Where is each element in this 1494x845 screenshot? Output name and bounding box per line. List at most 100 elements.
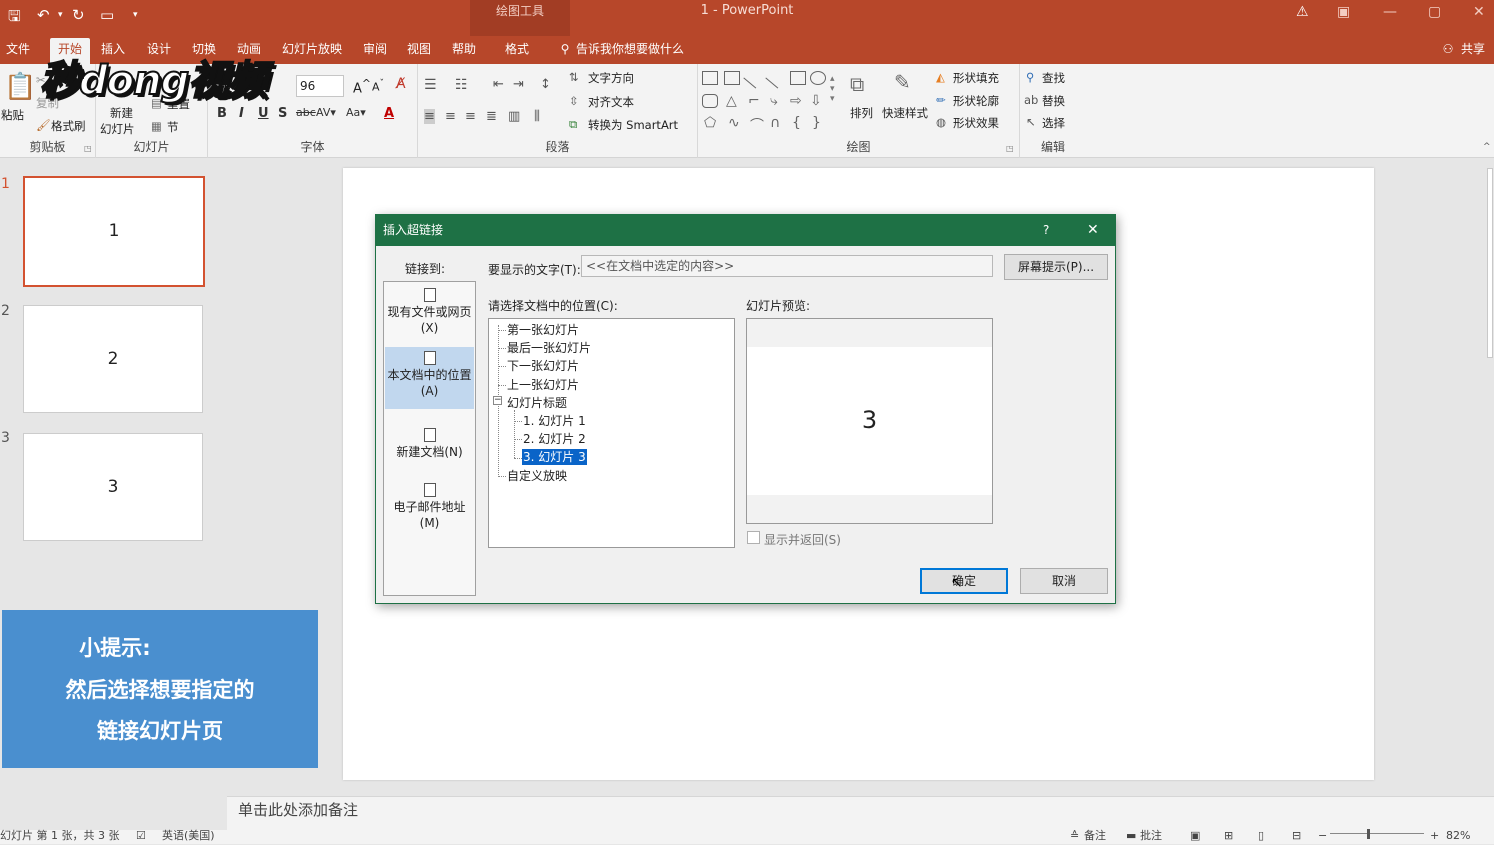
create-new-document-option[interactable]: 新建文档(N) bbox=[385, 424, 474, 474]
numbering-icon[interactable]: ☷ bbox=[455, 77, 468, 93]
tab-view[interactable]: 视图 bbox=[402, 38, 436, 64]
shrink-font-icon[interactable]: Aˇ bbox=[372, 78, 384, 94]
paste-clipboard-icon[interactable]: 📋 bbox=[4, 72, 36, 102]
new-slide-label-1[interactable]: 新建 bbox=[110, 105, 133, 121]
zoom-in-icon[interactable]: + bbox=[1430, 827, 1439, 845]
select-button[interactable]: 选择 bbox=[1042, 115, 1065, 131]
tree-item-previous-slide[interactable]: 上一张幻灯片 bbox=[507, 377, 579, 393]
change-case-icon[interactable]: Aa▾ bbox=[346, 106, 366, 119]
comments-toggle[interactable]: 批注 bbox=[1140, 827, 1162, 845]
tree-item-slide-1[interactable]: 1. 幻灯片 1 bbox=[523, 413, 586, 429]
tree-item-slide-2[interactable]: 2. 幻灯片 2 bbox=[523, 431, 586, 447]
elbow-connector-icon[interactable]: ⌐ bbox=[748, 93, 760, 109]
dialog-close-button[interactable]: ✕ bbox=[1087, 215, 1099, 246]
screentip-button[interactable]: 屏幕提示(P)... bbox=[1004, 254, 1108, 280]
shape-effects-button[interactable]: 形状效果 bbox=[953, 115, 999, 131]
find-icon[interactable]: ⚲ bbox=[1026, 70, 1034, 84]
replace-button[interactable]: 替换 bbox=[1042, 93, 1065, 109]
zoom-level[interactable]: 82% bbox=[1446, 827, 1470, 845]
slideshow-view-icon[interactable]: ⊟ bbox=[1292, 827, 1301, 845]
ok-button[interactable]: 确定 bbox=[920, 568, 1008, 594]
replace-icon[interactable]: ab bbox=[1024, 93, 1038, 107]
text-to-display-input[interactable]: <<在文档中选定的内容>> bbox=[581, 255, 993, 277]
align-text-button[interactable]: 对齐文本 bbox=[588, 94, 634, 110]
arrow-line-shape-icon[interactable] bbox=[765, 67, 787, 89]
quick-styles-button[interactable]: 快速样式 bbox=[882, 105, 928, 121]
elbow-arrow-icon[interactable]: ⤷ bbox=[770, 93, 778, 109]
format-painter-icon[interactable]: 🖌 bbox=[36, 118, 51, 132]
text-shadow-icon[interactable]: S bbox=[278, 106, 287, 121]
strikethrough-icon[interactable]: abc bbox=[296, 106, 316, 119]
triangle-shape-icon[interactable]: △ bbox=[726, 93, 737, 109]
shape-outline-icon[interactable]: ✏ bbox=[936, 93, 946, 107]
line-spacing-icon[interactable]: ↕ bbox=[540, 77, 551, 92]
right-brace-shape-icon[interactable]: } bbox=[812, 115, 821, 131]
quick-styles-icon[interactable]: ✎ bbox=[894, 70, 911, 94]
tell-me-box[interactable]: 告诉我你想要做什么 bbox=[576, 38, 706, 64]
slide-sorter-icon[interactable]: ⊞ bbox=[1224, 827, 1233, 845]
increase-indent-icon[interactable]: ⇥ bbox=[513, 77, 524, 92]
tab-review[interactable]: 审阅 bbox=[358, 38, 392, 64]
spellcheck-icon[interactable]: ☑ bbox=[136, 827, 146, 845]
scrollbar-thumb[interactable] bbox=[1487, 168, 1493, 358]
zoom-slider[interactable] bbox=[1330, 833, 1424, 834]
justify-icon[interactable]: ≣ bbox=[486, 109, 497, 124]
tree-item-last-slide[interactable]: 最后一张幻灯片 bbox=[507, 340, 591, 356]
zoom-out-icon[interactable]: − bbox=[1318, 827, 1327, 845]
bullets-icon[interactable]: ☰ bbox=[424, 77, 437, 93]
language-status[interactable]: 英语(美国) bbox=[162, 827, 215, 845]
font-color-icon[interactable]: A bbox=[384, 106, 394, 121]
zoom-slider-handle[interactable] bbox=[1367, 829, 1370, 839]
paste-button[interactable]: 粘贴 bbox=[1, 107, 24, 123]
drawing-launcher-icon[interactable]: ◳ bbox=[1006, 144, 1014, 153]
existing-file-webpage-option[interactable]: 现有文件或网页 (X) bbox=[385, 284, 474, 346]
right-arrow-shape-icon[interactable]: ⇨ bbox=[790, 93, 802, 109]
arc-shape-icon[interactable]: ⌒ bbox=[750, 115, 764, 135]
char-spacing-icon[interactable]: AV▾ bbox=[316, 106, 336, 119]
tab-file[interactable]: 文件 bbox=[2, 38, 34, 64]
vertical-scrollbar[interactable] bbox=[1486, 158, 1494, 798]
rectangle-shape-icon[interactable] bbox=[790, 71, 806, 85]
textbox-shape-icon[interactable] bbox=[702, 71, 718, 85]
tree-item-slide-titles[interactable]: 幻灯片标题 bbox=[507, 395, 567, 411]
underline-icon[interactable]: U bbox=[258, 106, 269, 121]
decrease-indent-icon[interactable]: ⇤ bbox=[493, 77, 504, 92]
arrange-button[interactable]: 排列 bbox=[850, 105, 873, 121]
align-center-icon[interactable]: ≡ bbox=[445, 109, 456, 124]
tree-item-slide-3[interactable]: 3. 幻灯片 3 bbox=[521, 448, 588, 466]
columns-icon[interactable]: ⫼ bbox=[534, 109, 540, 124]
clipboard-launcher-icon[interactable]: ◳ bbox=[84, 144, 92, 153]
tree-item-first-slide[interactable]: 第一张幻灯片 bbox=[507, 322, 579, 338]
rounded-rect-shape-icon[interactable] bbox=[702, 94, 718, 108]
arrange-icon[interactable]: ⧉ bbox=[850, 72, 864, 96]
line-shape-icon[interactable] bbox=[743, 67, 765, 89]
smartart-icon[interactable]: ⧉ bbox=[569, 117, 577, 132]
down-arrow-shape-icon[interactable]: ⇩ bbox=[810, 93, 822, 109]
maximize-icon[interactable]: ▢ bbox=[1428, 4, 1441, 20]
gallery-more-icon[interactable]: ▴ ▾ ▾ bbox=[830, 74, 835, 104]
text-direction-button[interactable]: 文字方向 bbox=[588, 70, 634, 86]
tab-slideshow[interactable]: 幻灯片放映 bbox=[278, 38, 346, 64]
tab-format[interactable]: 格式 bbox=[500, 38, 534, 64]
slide-thumbnail-3[interactable]: 3 bbox=[23, 433, 203, 541]
slide-thumbnail-1[interactable]: 1 bbox=[23, 176, 205, 287]
show-and-return-checkbox[interactable] bbox=[747, 531, 760, 544]
comments-icon[interactable]: ▬ bbox=[1126, 827, 1136, 845]
curve-shape-icon[interactable]: ∩ bbox=[770, 115, 780, 131]
shape-effects-icon[interactable]: ◍ bbox=[936, 115, 946, 129]
align-text-icon[interactable]: ⇳ bbox=[569, 94, 579, 108]
find-button[interactable]: 查找 bbox=[1042, 70, 1065, 86]
italic-icon[interactable]: I bbox=[239, 106, 244, 121]
cancel-button[interactable]: 取消 bbox=[1020, 568, 1108, 594]
place-in-document-option[interactable]: 本文档中的位置 (A) bbox=[385, 347, 474, 409]
shape-fill-icon[interactable]: ◭ bbox=[936, 70, 945, 84]
format-painter-button[interactable]: 格式刷 bbox=[51, 118, 86, 134]
section-button[interactable]: 节 bbox=[167, 119, 179, 135]
shape-fill-button[interactable]: 形状填充 bbox=[953, 70, 999, 86]
clear-format-icon[interactable]: A̸ bbox=[396, 76, 406, 92]
left-brace-shape-icon[interactable]: { bbox=[792, 115, 801, 131]
notes-toggle-icon[interactable]: ≙ bbox=[1070, 827, 1079, 845]
convert-smartart-button[interactable]: 转换为 SmartArt bbox=[588, 117, 678, 133]
notes-toggle[interactable]: 备注 bbox=[1084, 827, 1106, 845]
shape-outline-button[interactable]: 形状轮廓 bbox=[953, 93, 999, 109]
